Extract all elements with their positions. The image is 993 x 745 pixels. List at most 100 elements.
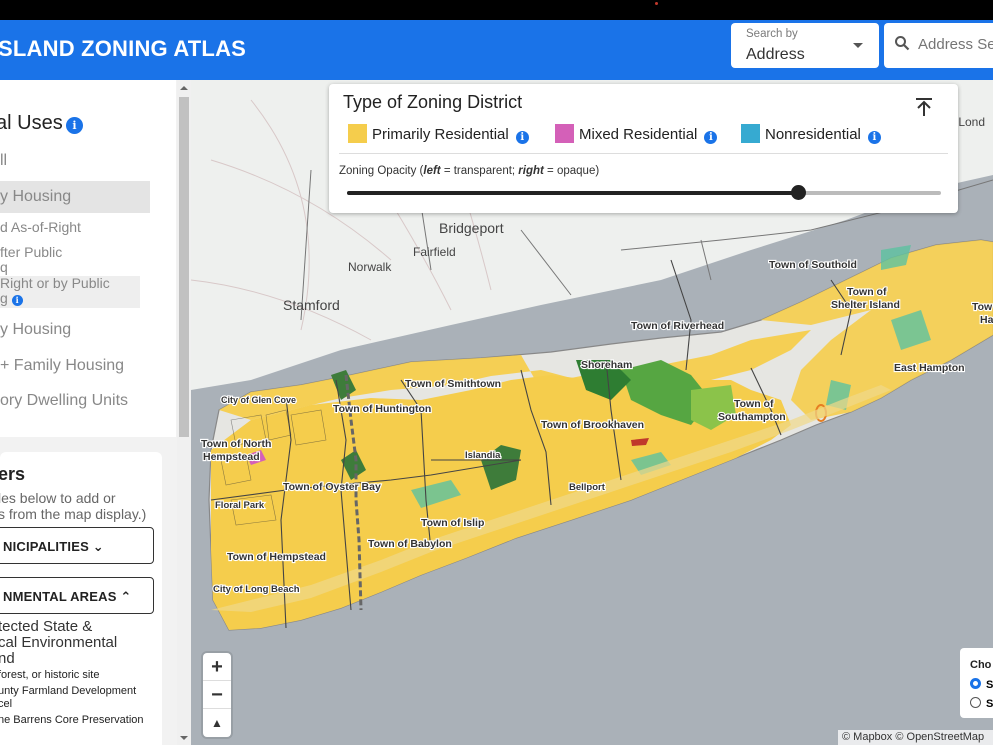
layers-desc-line1: les below to add or [0,490,116,506]
choose-style-box: Cho S S [960,648,993,718]
label-islip: Town of Islip [421,517,484,529]
style-radio-1[interactable] [970,678,981,689]
legend-label: Mixed Residential [579,126,698,143]
chevron-up-icon: ⌃ [120,589,132,604]
use-item-family-housing[interactable]: y Housing [0,188,71,206]
style-radio-1-label: S [986,679,993,691]
layers-panel: ers les below to add or s from the map d… [0,452,162,745]
opacity-slider-fill [347,191,799,195]
opacity-label: Zoning Opacity (left = transparent; righ… [339,165,599,177]
use-item-four-family[interactable]: + Family Housing [0,357,124,375]
env-small-historic[interactable]: forest, or historic site [0,669,99,682]
sub-use-right-or-public-cont: g i [0,291,23,306]
opacity-slider-thumb[interactable] [791,185,807,200]
label-oyster-bay: Town of Oyster Bay [283,481,381,493]
info-icon[interactable]: i [867,131,881,144]
browser-top-strip [0,0,993,20]
style-radio-2[interactable] [970,697,981,708]
label-north-hempstead: Town of North [201,438,271,450]
app-title: SLAND ZONING ATLAS [0,36,247,61]
compass-reset-button[interactable]: ▲ [203,709,231,737]
label-brookhaven: Town of Brookhaven [541,419,644,431]
environmental-label: NMENTAL AREAS [3,589,117,604]
label-norwalk: Norwalk [348,260,392,274]
info-icon[interactable]: i [704,131,718,144]
label-southold: Town of Southold [769,259,857,271]
address-search-box[interactable] [884,23,993,68]
env-small-farmland-cont: cel [0,698,13,710]
env-small-barrens[interactable]: ne Barrens Core Preservation [0,714,144,727]
legend-primarily-residential[interactable]: Primarily Residential i [348,124,529,144]
search-icon [895,36,910,51]
label-shoreham: Shoreham [581,359,632,371]
label-smithtown: Town of Smithtown [405,378,501,390]
map-attribution[interactable]: © Mapbox © OpenStreetMap [838,730,993,745]
label-southampton: Town of [734,398,774,410]
layers-title: ers [0,464,26,484]
uses-title: al Uses i [0,112,83,135]
label-floral-park: Floral Park [215,500,265,511]
label-islandia: Islandia [465,450,501,461]
env-small-farmland[interactable]: unty Farmland Development [0,685,136,698]
label-southampton2: Southampton [718,411,786,423]
label-shelter-island: Town of [847,286,887,298]
label-long-beach: City of Long Beach [213,584,300,595]
label-fairfield: Fairfield [413,245,456,259]
legend-nonresidential[interactable]: Nonresidential i [741,124,881,144]
search-by-label: Search by [746,28,798,40]
label-hempstead: Town of Hempstead [227,551,326,563]
municipalities-toggle[interactable]: NICIPALITIES ⌄ [0,527,154,564]
map-zoom-control: + − ▲ [203,653,231,737]
opacity-slider[interactable] [347,185,941,200]
chevron-down-icon [853,43,863,48]
label-stamford: Stamford [283,297,340,313]
style-radio-2-label: S [986,698,993,710]
zoom-in-button[interactable]: + [203,653,231,681]
label-riverhead: Town of Riverhead [631,320,724,332]
legend-mixed-residential[interactable]: Mixed Residential i [555,124,718,144]
label-huntington: Town of Huntington [333,403,431,415]
search-by-select[interactable]: Search by Address [731,23,879,68]
indicator-dot [655,2,658,5]
zoning-card-title: Type of Zoning District [343,92,523,112]
address-search-input[interactable] [918,36,993,53]
municipalities-label: NICIPALITIES [3,539,89,554]
app-header: SLAND ZONING ATLAS Search by Address [0,20,993,80]
sub-use-as-of-right[interactable]: d As-of-Right [0,220,81,235]
scrollbar-thumb[interactable] [179,97,189,437]
uses-title-text: al Uses [0,112,63,134]
use-item-multi-housing[interactable]: y Housing [0,321,71,339]
label-babylon: Town of Babylon [368,538,452,550]
zoning-district-card: Type of Zoning District Primarily Reside… [329,84,958,213]
sub-use-right-or-public[interactable]: Right or by Public [0,276,110,291]
env-item-line2: cal Environmental [0,634,118,651]
zoom-out-button[interactable]: − [203,681,231,709]
label-east-hampton-town: Tow [972,301,993,313]
label-bridgeport: Bridgeport [439,220,504,236]
sub-use-cont-text: g [0,290,8,306]
opacity-left-word: left [423,165,441,177]
search-by-value: Address [746,46,805,63]
opacity-prefix: Zoning Opacity ( [339,165,424,177]
environmental-areas-toggle[interactable]: NMENTAL AREAS ⌃ [0,577,154,614]
choose-title: Cho [970,659,992,671]
use-item-all[interactable]: ll [0,152,7,170]
chevron-down-icon: ⌄ [92,539,104,554]
collapse-icon[interactable] [914,97,934,117]
legend-swatch [741,124,760,143]
info-icon[interactable]: i [11,295,23,306]
layers-desc-line2: s from the map display.) [0,506,147,522]
info-icon[interactable]: i [66,117,83,134]
scroll-up-arrow[interactable] [180,86,188,90]
opacity-suffix: = opaque) [543,165,600,177]
label-east-hampton-town2: Ha [980,314,993,326]
sub-use-after-public[interactable]: fter Public [0,245,62,260]
info-icon[interactable]: i [515,131,529,144]
use-item-accessory-dwelling[interactable]: ory Dwelling Units [0,392,128,410]
opacity-mid: = transparent; [440,165,519,177]
env-item-line1[interactable]: tected State & [0,619,92,635]
sub-use-after-public-cont: q [0,259,8,275]
legend-label: Nonresidential [765,126,861,143]
label-north-hempstead2: Hempstead [203,451,260,463]
scroll-down-arrow[interactable] [180,736,188,740]
